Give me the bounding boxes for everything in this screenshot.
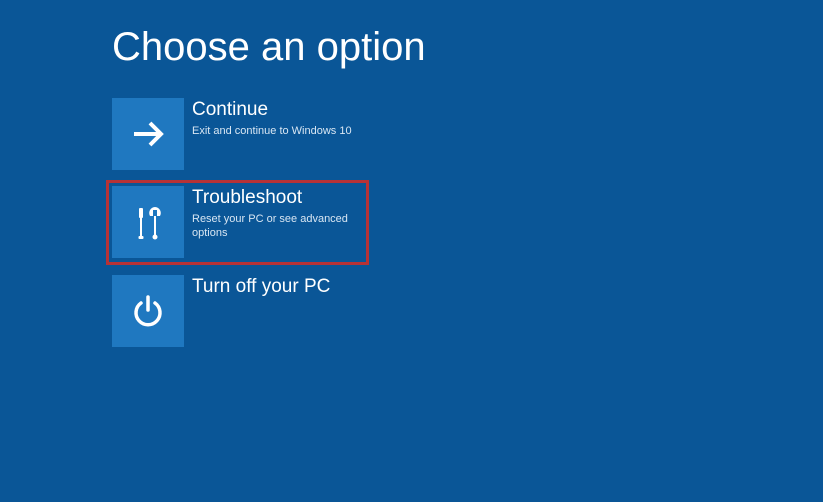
option-troubleshoot[interactable]: Troubleshoot Reset your PC or see advanc…: [112, 186, 370, 258]
highlight-box: Troubleshoot Reset your PC or see advanc…: [106, 180, 369, 265]
continue-tile: [112, 98, 184, 170]
recovery-options-screen: Choose an option Continue Exit and conti…: [0, 0, 823, 347]
tools-icon: [126, 200, 170, 244]
troubleshoot-title: Troubleshoot: [192, 188, 370, 209]
turnoff-text: Turn off your PC: [184, 275, 370, 301]
turnoff-title: Turn off your PC: [192, 277, 370, 298]
continue-title: Continue: [192, 100, 370, 121]
option-turnoff-wrapper: Turn off your PC: [112, 275, 370, 347]
continue-text: Continue Exit and continue to Windows 10: [184, 98, 370, 138]
option-troubleshoot-wrapper: Troubleshoot Reset your PC or see advanc…: [112, 180, 370, 265]
troubleshoot-text: Troubleshoot Reset your PC or see advanc…: [184, 186, 370, 240]
option-continue-wrapper: Continue Exit and continue to Windows 10: [112, 98, 370, 170]
option-continue[interactable]: Continue Exit and continue to Windows 10: [112, 98, 370, 170]
troubleshoot-desc: Reset your PC or see advanced options: [192, 212, 370, 241]
page-title: Choose an option: [112, 25, 823, 70]
option-turnoff[interactable]: Turn off your PC: [112, 275, 370, 347]
turnoff-tile: [112, 275, 184, 347]
continue-desc: Exit and continue to Windows 10: [192, 124, 370, 138]
power-icon: [128, 291, 168, 331]
arrow-right-icon: [128, 114, 168, 154]
troubleshoot-tile: [112, 186, 184, 258]
